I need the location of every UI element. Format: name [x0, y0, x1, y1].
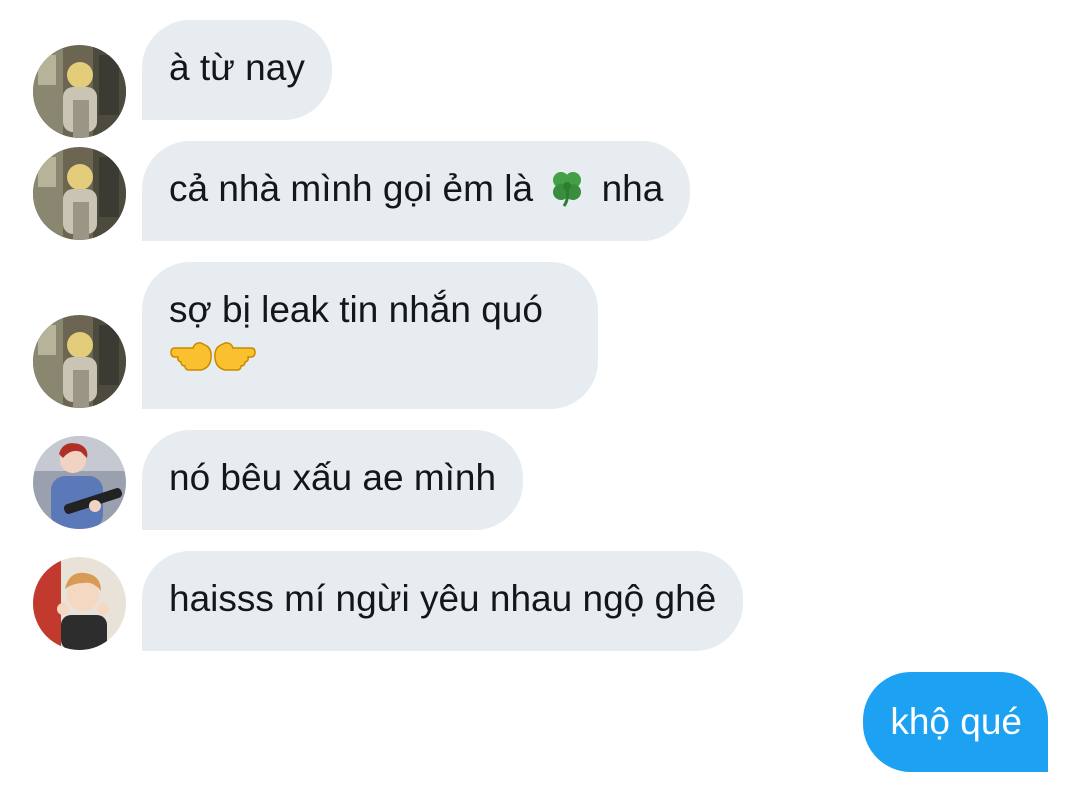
left-pointing-hand-icon — [169, 336, 213, 376]
avatar[interactable] — [33, 557, 126, 650]
message-text: nó bêu xấu ae mình — [169, 457, 497, 498]
message-row: à từ nay — [0, 20, 1080, 138]
message-text: sợ bị leak tin nhắn quó — [169, 289, 543, 330]
avatar[interactable] — [33, 315, 126, 408]
message-row: sợ bị leak tin nhắn quó — [0, 262, 1080, 409]
message-text: cả nhà mình gọi ẻm là — [169, 168, 544, 209]
message-text: khộ qué — [890, 701, 1022, 742]
message-row: haisss mí ngừi yêu nhau ngộ ghê — [0, 551, 1080, 651]
message-bubble[interactable]: sợ bị leak tin nhắn quó — [142, 262, 598, 409]
message-row: khộ qué — [0, 672, 1080, 772]
message-row: nó bêu xấu ae mình — [0, 430, 1080, 530]
message-bubble[interactable]: haisss mí ngừi yêu nhau ngộ ghê — [142, 551, 744, 651]
message-text: à từ nay — [169, 47, 305, 88]
message-bubble-outgoing[interactable]: khộ qué — [863, 672, 1048, 772]
message-text-suffix: nha — [591, 168, 664, 209]
message-text: haisss mí ngừi yêu nhau ngộ ghê — [169, 578, 717, 619]
four-leaf-clover-icon — [547, 167, 587, 207]
message-bubble[interactable]: à từ nay — [142, 20, 332, 120]
avatar[interactable] — [33, 45, 126, 138]
emoji-line — [169, 332, 571, 376]
avatar[interactable] — [33, 436, 126, 529]
right-pointing-hand-icon — [213, 336, 257, 376]
message-bubble[interactable]: nó bêu xấu ae mình — [142, 430, 524, 530]
message-thread: à từ nay cả nhà mình gọi ẻm là nha sợ bị… — [0, 0, 1080, 793]
message-bubble[interactable]: cả nhà mình gọi ẻm là nha — [142, 141, 691, 241]
message-row: cả nhà mình gọi ẻm là nha — [0, 141, 1080, 241]
avatar[interactable] — [33, 147, 126, 240]
